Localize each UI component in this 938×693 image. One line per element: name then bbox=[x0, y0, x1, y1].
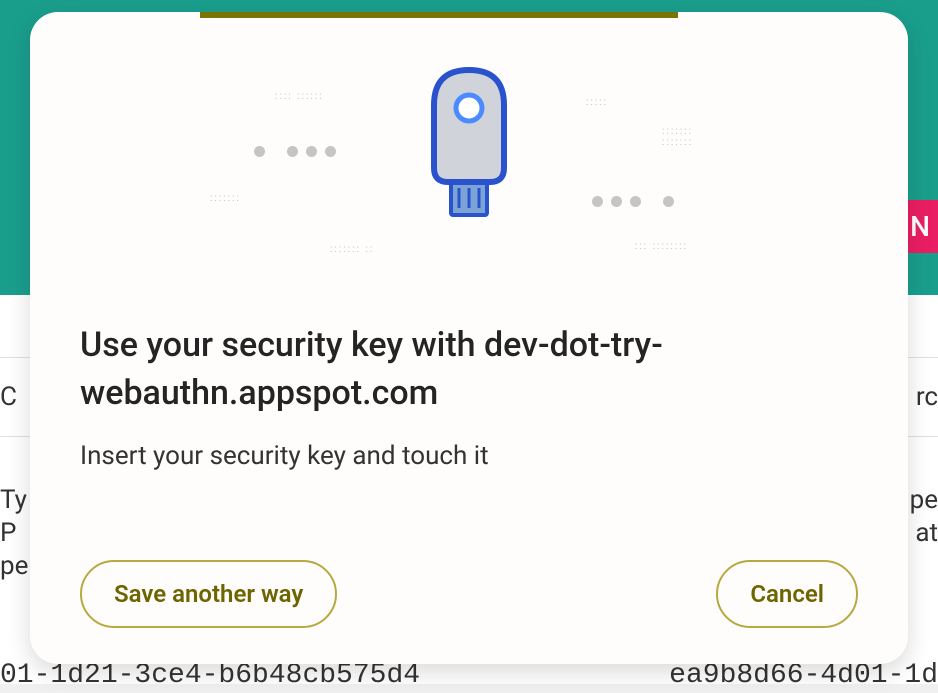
decorative-dots bbox=[250, 142, 340, 161]
decorative-dots: ::::: bbox=[586, 90, 608, 109]
bg-pe-label: pe bbox=[0, 551, 28, 581]
bg-p-label-right: at bbox=[915, 518, 938, 548]
bg-id-left: 01-1d21-3ce4-b6b48cb575d4 bbox=[0, 660, 420, 691]
save-another-way-button[interactable]: Save another way bbox=[80, 560, 337, 628]
decorative-dots: :::::::::::::: bbox=[662, 126, 693, 149]
dialog-title: Use your security key with dev-dot-try-w… bbox=[80, 322, 858, 417]
security-key-icon bbox=[419, 60, 519, 234]
cancel-button[interactable]: Cancel bbox=[716, 560, 858, 628]
dialog-subtitle: Insert your security key and touch it bbox=[80, 441, 858, 471]
bg-id-right: ea9b8d66-4d01-1d bbox=[669, 660, 938, 691]
decorative-dots: :::: :::::: bbox=[275, 84, 324, 103]
bg-credentials-label: C bbox=[0, 382, 17, 412]
dialog-content: Use your security key with dev-dot-try-w… bbox=[30, 282, 908, 471]
bg-type-label-right: pe bbox=[910, 485, 938, 515]
bg-p-label: P bbox=[0, 518, 16, 548]
decorative-dots: ::::::: :: bbox=[330, 237, 374, 256]
bg-type-label: Ty bbox=[0, 485, 27, 515]
decorative-dots: ::::::: bbox=[210, 186, 241, 205]
dialog-actions: Save another way Cancel bbox=[80, 560, 858, 628]
decorative-dots: ::: :::::::: bbox=[635, 234, 688, 253]
bg-credentials-label-right: rc bbox=[916, 382, 938, 412]
dialog-illustration: :::: :::::: ::::::: ::::::: :: ::::: :::… bbox=[30, 12, 908, 282]
decorative-dots bbox=[588, 192, 678, 211]
security-key-dialog: :::: :::::: ::::::: ::::::: :: ::::: :::… bbox=[30, 12, 908, 664]
